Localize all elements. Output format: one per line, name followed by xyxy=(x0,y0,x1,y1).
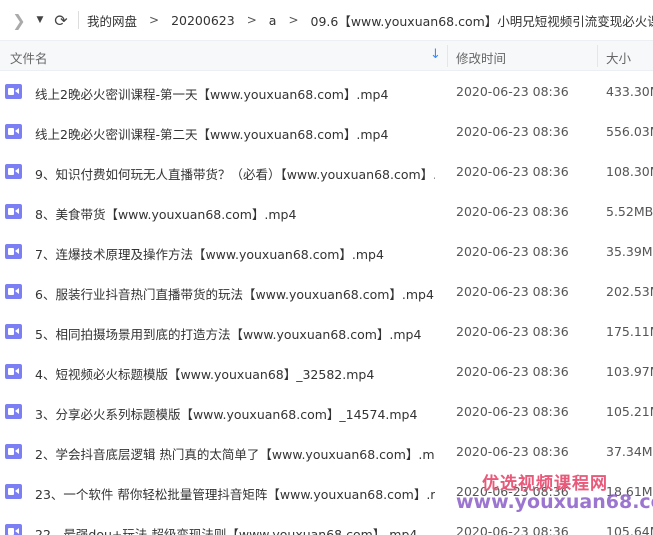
video-file-icon xyxy=(5,484,22,499)
file-size: 18.61MB xyxy=(606,484,653,499)
chevron-right-icon: > xyxy=(288,13,299,27)
file-size: 202.53M xyxy=(606,284,653,299)
file-size: 108.30M xyxy=(606,164,653,179)
breadcrumb-item-root[interactable]: 我的网盘 xyxy=(87,11,137,30)
file-row[interactable]: 线上2晚必火密训课程-第一天【www.youxuan68.com】.mp4 20… xyxy=(0,72,653,112)
file-name[interactable]: 线上2晚必火密训课程-第二天【www.youxuan68.com】.mp4 xyxy=(35,124,388,143)
video-file-icon xyxy=(5,324,22,339)
file-name[interactable]: 9、知识付费如何玩无人直播带货？（必看）【www.youxuan68.com】.… xyxy=(35,164,435,183)
file-modified-time: 2020-06-23 08:36 xyxy=(456,84,569,99)
file-modified-time: 2020-06-23 08:36 xyxy=(456,164,569,179)
file-name[interactable]: 8、美食带货【www.youxuan68.com】.mp4 xyxy=(35,204,296,223)
video-file-icon xyxy=(5,444,22,459)
caret-down-icon[interactable]: ▼ xyxy=(32,15,48,25)
refresh-icon[interactable]: ⟳ xyxy=(48,11,74,30)
video-file-icon xyxy=(5,84,22,99)
breadcrumb-item-a[interactable]: a xyxy=(269,13,277,28)
column-divider[interactable] xyxy=(447,45,448,67)
video-file-icon xyxy=(5,284,22,299)
file-row[interactable]: 7、连爆技术原理及操作方法【www.youxuan68.com】.mp4 202… xyxy=(0,232,653,272)
file-size: 433.30M xyxy=(606,84,653,99)
video-file-icon xyxy=(5,164,22,179)
file-modified-time: 2020-06-23 08:36 xyxy=(456,444,569,459)
file-name[interactable]: 23、一个软件 帮你轻松批量管理抖音矩阵【www.youxuan68.com】.… xyxy=(35,484,435,503)
chevron-right-icon[interactable]: ❯ xyxy=(6,11,32,30)
toolbar-divider xyxy=(78,11,79,29)
video-file-icon xyxy=(5,404,22,419)
file-size: 105.64M xyxy=(606,524,653,535)
file-size: 103.97M xyxy=(606,364,653,379)
video-file-icon xyxy=(5,524,22,535)
file-size: 175.11M xyxy=(606,324,653,339)
file-modified-time: 2020-06-23 08:36 xyxy=(456,524,569,535)
file-name[interactable]: 5、相同拍摄场景用到底的打造方法【www.youxuan68.com】.mp4 xyxy=(35,324,421,343)
chevron-right-icon: > xyxy=(246,13,257,27)
file-modified-time: 2020-06-23 08:36 xyxy=(456,244,569,259)
file-row[interactable]: 2、学会抖音底层逻辑 热门真的太简单了【www.youxuan68.com】.m… xyxy=(0,432,653,472)
file-modified-time: 2020-06-23 08:36 xyxy=(456,324,569,339)
sort-arrow-down-icon[interactable]: ↓ xyxy=(430,47,441,62)
file-row[interactable]: 5、相同拍摄场景用到底的打造方法【www.youxuan68.com】.mp4 … xyxy=(0,312,653,352)
breadcrumb-item-current[interactable]: 09.6【www.youxuan68.com】小明兄短视频引流变现必火课 xyxy=(311,11,653,30)
file-name[interactable]: 7、连爆技术原理及操作方法【www.youxuan68.com】.mp4 xyxy=(35,244,384,263)
file-row[interactable]: 线上2晚必火密训课程-第二天【www.youxuan68.com】.mp4 20… xyxy=(0,112,653,152)
column-divider[interactable] xyxy=(597,45,598,67)
file-list: 线上2晚必火密训课程-第一天【www.youxuan68.com】.mp4 20… xyxy=(0,72,653,535)
file-modified-time: 2020-06-23 08:36 xyxy=(456,404,569,419)
file-size: 5.52MB xyxy=(606,204,653,219)
file-name[interactable]: 2、学会抖音底层逻辑 热门真的太简单了【www.youxuan68.com】.m… xyxy=(35,444,435,463)
chevron-right-icon: > xyxy=(149,13,160,27)
file-size: 105.21M xyxy=(606,404,653,419)
file-size: 35.39MB xyxy=(606,244,653,259)
column-header: 文件名 ↓ 修改时间 大小 xyxy=(0,40,653,71)
file-modified-time: 2020-06-23 08:36 xyxy=(456,204,569,219)
column-header-name[interactable]: 文件名 xyxy=(10,48,48,67)
file-name[interactable]: 3、分享必火系列标题模版【www.youxuan68.com】_14574.mp… xyxy=(35,404,417,423)
file-modified-time: 2020-06-23 08:36 xyxy=(456,124,569,139)
column-header-size[interactable]: 大小 xyxy=(606,48,631,67)
file-name[interactable]: 4、短视频必火标题模版【www.youxuan68】_32582.mp4 xyxy=(35,364,374,383)
file-name[interactable]: 6、服装行业抖音热门直播带货的玩法【www.youxuan68.com】.mp4 xyxy=(35,284,434,303)
file-row[interactable]: 23、一个软件 帮你轻松批量管理抖音矩阵【www.youxuan68.com】.… xyxy=(0,472,653,512)
video-file-icon xyxy=(5,364,22,379)
breadcrumb-item-date[interactable]: 20200623 xyxy=(171,13,235,28)
file-row[interactable]: 22、最强dou+玩法 超级变现法则【www.youxuan68.com】.mp… xyxy=(0,512,653,535)
file-size: 556.03M xyxy=(606,124,653,139)
file-name[interactable]: 22、最强dou+玩法 超级变现法则【www.youxuan68.com】.mp… xyxy=(35,524,417,535)
file-modified-time: 2020-06-23 08:36 xyxy=(456,284,569,299)
file-modified-time: 2020-06-23 08:36 xyxy=(456,484,569,499)
video-file-icon xyxy=(5,204,22,219)
video-file-icon xyxy=(5,124,22,139)
file-size: 37.34MB xyxy=(606,444,653,459)
file-row[interactable]: 8、美食带货【www.youxuan68.com】.mp4 2020-06-23… xyxy=(0,192,653,232)
file-row[interactable]: 3、分享必火系列标题模版【www.youxuan68.com】_14574.mp… xyxy=(0,392,653,432)
breadcrumb: 我的网盘 > 20200623 > a > 09.6【www.youxuan68… xyxy=(87,11,653,30)
column-header-time[interactable]: 修改时间 xyxy=(456,48,506,67)
file-name[interactable]: 线上2晚必火密训课程-第一天【www.youxuan68.com】.mp4 xyxy=(35,84,388,103)
toolbar: ❯ ▼ ⟳ 我的网盘 > 20200623 > a > 09.6【www.you… xyxy=(0,0,653,40)
file-row[interactable]: 9、知识付费如何玩无人直播带货？（必看）【www.youxuan68.com】.… xyxy=(0,152,653,192)
video-file-icon xyxy=(5,244,22,259)
file-row[interactable]: 4、短视频必火标题模版【www.youxuan68】_32582.mp4 202… xyxy=(0,352,653,392)
file-modified-time: 2020-06-23 08:36 xyxy=(456,364,569,379)
file-row[interactable]: 6、服装行业抖音热门直播带货的玩法【www.youxuan68.com】.mp4… xyxy=(0,272,653,312)
